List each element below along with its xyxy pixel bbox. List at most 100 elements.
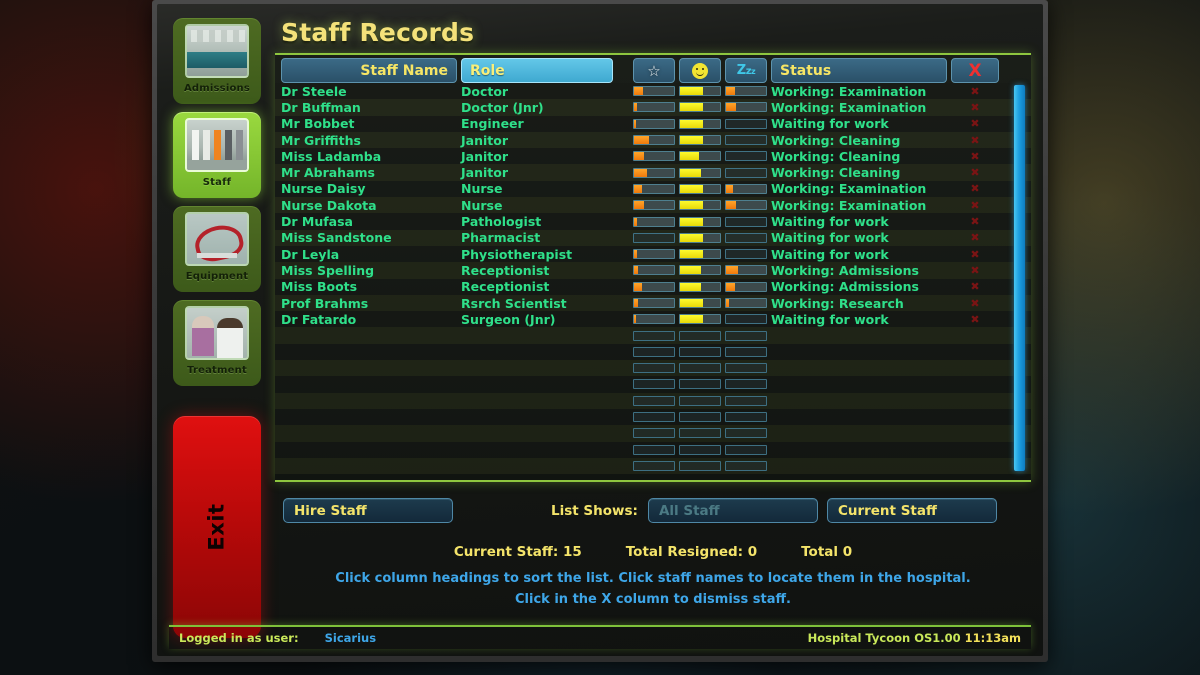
staff-name-cell[interactable]: Dr Buffman: [281, 100, 457, 115]
table-row[interactable]: Dr Leyla Physiotherapist Waiting for work ✖: [275, 245, 1031, 263]
table-row[interactable]: Prof Brahms Rsrch Scientist Working: Resea…: [275, 294, 1031, 312]
exit-button[interactable]: Exit: [173, 416, 261, 638]
staff-name-cell[interactable]: Miss Spelling: [281, 263, 457, 278]
dismiss-staff-icon[interactable]: ✖: [951, 264, 999, 277]
staff-name-cell[interactable]: Miss Boots: [281, 279, 457, 294]
staff-name-cell[interactable]: Dr Mufasa: [281, 214, 457, 229]
table-row[interactable]: Mr Griffiths Janitor Working: Cleaning ✖: [275, 131, 1031, 149]
skill-bar: [633, 330, 675, 341]
table-row[interactable]: Miss Spelling Receptionist Working: Admiss…: [275, 262, 1031, 279]
smiley-icon: [692, 62, 708, 79]
staff-name-cell[interactable]: Mr Griffiths: [281, 133, 457, 148]
table-row[interactable]: Nurse Dakota Nurse Working: Examination ✖: [275, 197, 1031, 214]
skill-bar: [633, 183, 675, 194]
column-header-happiness[interactable]: [679, 58, 721, 83]
scrollbar-thumb[interactable]: [1014, 85, 1025, 471]
skill-bar: [633, 249, 675, 260]
tiredness-bar: [725, 346, 767, 357]
tiredness-bar: [725, 314, 767, 325]
list-filter-dropdown[interactable]: All Staff: [647, 498, 818, 523]
happiness-bar: [679, 200, 721, 211]
table-scrollbar[interactable]: [1013, 84, 1026, 472]
staff-name-cell[interactable]: Miss Sandstone: [281, 230, 457, 245]
list-scope-value: Current Staff: [837, 502, 937, 519]
column-header-staff-name[interactable]: Staff Name: [281, 58, 457, 83]
star-icon: ☆: [647, 61, 661, 80]
staff-role-cell: Receptionist: [461, 262, 550, 278]
dismiss-staff-icon[interactable]: ✖: [951, 297, 999, 310]
staff-name-cell[interactable]: Dr Leyla: [281, 247, 457, 262]
skill-bar: [633, 135, 675, 146]
staff-status-cell: Working: Examination: [771, 99, 927, 115]
staff-status-cell: Working: Cleaning: [771, 148, 901, 164]
column-header-tiredness[interactable]: Zzz: [725, 58, 767, 83]
staff-status-cell: Working: Admissions: [771, 262, 919, 278]
dismiss-staff-icon[interactable]: ✖: [951, 199, 999, 212]
table-row-empty: [275, 327, 1031, 344]
dismiss-staff-icon[interactable]: ✖: [951, 248, 999, 261]
sidebar-item-staff[interactable]: Staff: [173, 112, 261, 198]
sidebar-item-admissions[interactable]: Admissions: [173, 18, 261, 104]
staff-name-cell[interactable]: Nurse Dakota: [281, 198, 457, 213]
tiredness-bar: [725, 363, 767, 374]
column-header-status[interactable]: Status: [771, 58, 947, 83]
sidebar-item-equipment[interactable]: Equipment: [173, 206, 261, 292]
dismiss-staff-icon[interactable]: ✖: [951, 182, 999, 195]
table-row[interactable]: Mr Abrahams Janitor Working: Cleaning ✖: [275, 164, 1031, 181]
staff-name-cell[interactable]: Prof Brahms: [281, 296, 457, 311]
dismiss-staff-icon[interactable]: ✖: [951, 134, 999, 147]
happiness-bar: [679, 460, 721, 471]
staff-name-cell[interactable]: Dr Fatardo: [281, 312, 457, 327]
staff-status-cell: Waiting for work: [771, 246, 889, 262]
dismiss-staff-icon[interactable]: ✖: [951, 280, 999, 293]
dismiss-staff-icon[interactable]: ✖: [951, 231, 999, 244]
dismiss-staff-icon[interactable]: ✖: [951, 215, 999, 228]
staff-status-cell: Working: Cleaning: [771, 165, 901, 181]
list-scope-dropdown[interactable]: Current Staff: [826, 498, 997, 523]
tiredness-bar: [725, 330, 767, 341]
staff-role-cell: Pharmacist: [461, 230, 541, 246]
tiredness-bar: [725, 444, 767, 455]
staff-name-cell[interactable]: Mr Abrahams: [281, 165, 457, 180]
treatment-thumbnail-icon: [185, 306, 249, 360]
staff-status-cell: Working: Examination: [771, 181, 927, 197]
skill-bar: [633, 395, 675, 406]
hire-staff-button[interactable]: Hire Staff: [283, 498, 453, 523]
table-row[interactable]: Miss Boots Receptionist Working: Admission…: [275, 278, 1031, 295]
dismiss-staff-icon[interactable]: ✖: [951, 166, 999, 179]
table-row[interactable]: Dr Buffman Doctor (Jnr) Working: Examinati…: [275, 99, 1031, 116]
skill-bar: [633, 428, 675, 439]
total-resigned-count: Total Resigned: 0: [625, 544, 758, 560]
table-row[interactable]: Dr Steele Doctor Working: Examination ✖: [275, 83, 1031, 100]
happiness-bar: [679, 167, 721, 178]
logged-in-section: Logged in as user: Sicarius: [179, 631, 376, 645]
table-row[interactable]: Miss Sandstone Pharmacist Waiting for work…: [275, 229, 1031, 246]
table-row-empty: [275, 457, 1031, 475]
staff-name-cell[interactable]: Dr Steele: [281, 84, 457, 99]
dismiss-staff-icon[interactable]: ✖: [951, 117, 999, 130]
column-header-skill[interactable]: ☆: [633, 58, 675, 83]
table-row[interactable]: Mr Bobbet Engineer Waiting for work ✖: [275, 115, 1031, 132]
table-row[interactable]: Nurse Daisy Nurse Working: Examination ✖: [275, 180, 1031, 198]
staff-name-cell[interactable]: Nurse Daisy: [281, 181, 457, 196]
happiness-bar: [679, 86, 721, 97]
sidebar-item-treatment[interactable]: Treatment: [173, 300, 261, 386]
tiredness-bar: [725, 412, 767, 423]
column-header-staff-name-label: Staff Name: [360, 62, 448, 79]
dismiss-staff-icon[interactable]: ✖: [951, 85, 999, 98]
dismiss-staff-icon[interactable]: ✖: [951, 150, 999, 163]
staff-role-cell: Physiotherapist: [461, 246, 573, 262]
staff-name-cell[interactable]: Miss Ladamba: [281, 149, 457, 164]
column-header-role[interactable]: Role: [461, 58, 613, 83]
dismiss-staff-icon[interactable]: ✖: [951, 313, 999, 326]
hint-text: Click column headings to sort the list. …: [275, 568, 1031, 611]
table-row[interactable]: Dr Fatardo Surgeon (Jnr) Waiting for work ✖: [275, 311, 1031, 328]
staff-name-cell[interactable]: Mr Bobbet: [281, 116, 457, 131]
dismiss-staff-icon[interactable]: ✖: [951, 101, 999, 114]
table-row[interactable]: Miss Ladamba Janitor Working: Cleaning ✖: [275, 148, 1031, 165]
table-row[interactable]: Dr Mufasa Pathologist Waiting for work ✖: [275, 213, 1031, 230]
column-header-role-label: Role: [470, 62, 505, 79]
column-header-dismiss[interactable]: X: [951, 58, 999, 83]
staff-role-cell: Rsrch Scientist: [461, 295, 567, 311]
monitor-frame: Admissions Staff Equipment Treatment Exit S…: [152, 0, 1048, 662]
